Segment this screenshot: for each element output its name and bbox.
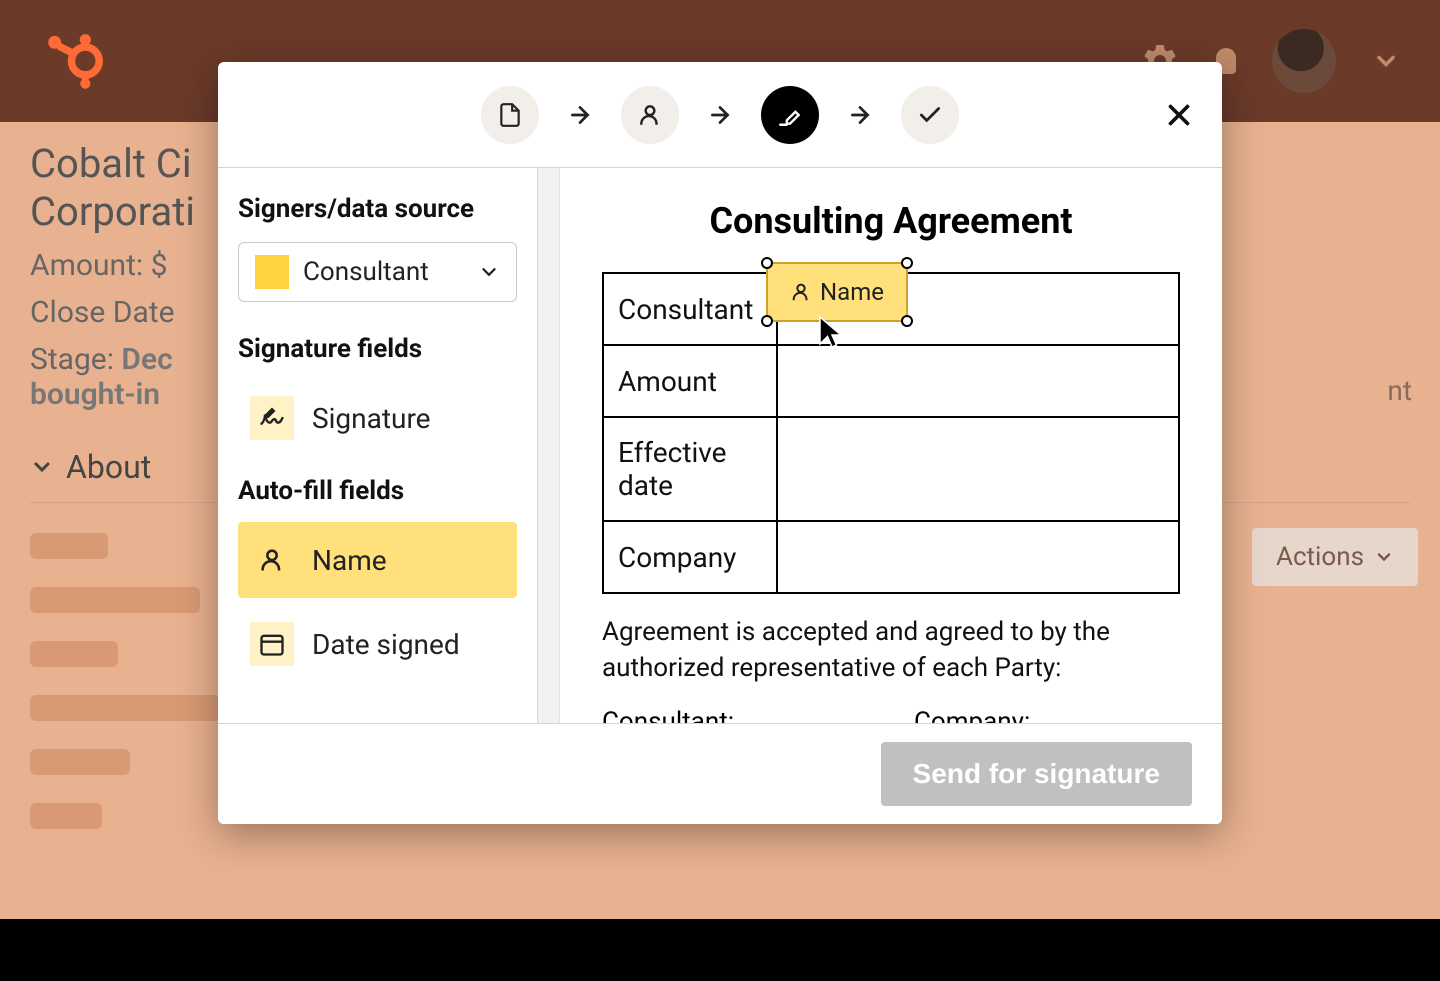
agreement-text: Agreement is accepted and agreed to by t… bbox=[602, 614, 1180, 687]
signature-line-company: Company: bbox=[914, 707, 1030, 723]
person-icon bbox=[250, 538, 294, 582]
field-name[interactable]: Name bbox=[238, 522, 517, 598]
step-document[interactable] bbox=[481, 86, 539, 144]
sidebar-scroll-track[interactable] bbox=[538, 168, 560, 723]
bottom-bar bbox=[0, 919, 1440, 981]
field-label: Date signed bbox=[312, 628, 460, 661]
modal-footer: Send for signature bbox=[218, 723, 1222, 824]
close-button[interactable] bbox=[1162, 98, 1196, 132]
dropped-field-label: Name bbox=[820, 278, 884, 306]
field-signature[interactable]: Signature bbox=[238, 380, 517, 456]
resize-handle[interactable] bbox=[761, 315, 773, 327]
table-row: Effective date bbox=[603, 417, 1179, 521]
signers-heading: Signers/data source bbox=[238, 194, 517, 224]
dropped-name-field[interactable]: Name bbox=[766, 262, 908, 322]
document-title: Consulting Agreement bbox=[602, 200, 1180, 242]
step-arrow-icon bbox=[847, 102, 873, 128]
field-date-signed[interactable]: Date signed bbox=[238, 606, 517, 682]
table-row: Company bbox=[603, 521, 1179, 593]
step-fields[interactable] bbox=[761, 86, 819, 144]
step-arrow-icon bbox=[707, 102, 733, 128]
step-review[interactable] bbox=[901, 86, 959, 144]
signer-select[interactable]: Consultant bbox=[238, 242, 517, 302]
signer-color-swatch bbox=[255, 255, 289, 289]
modal-backdrop: Signers/data source Consultant Signature… bbox=[0, 0, 1440, 981]
resize-handle[interactable] bbox=[901, 257, 913, 269]
table-row: Amount bbox=[603, 345, 1179, 417]
fields-sidebar: Signers/data source Consultant Signature… bbox=[218, 168, 538, 723]
chevron-down-icon bbox=[478, 261, 500, 283]
step-signer[interactable] bbox=[621, 86, 679, 144]
person-icon bbox=[790, 281, 812, 303]
resize-handle[interactable] bbox=[761, 257, 773, 269]
field-label: Signature bbox=[312, 402, 431, 435]
document-canvas[interactable]: Consulting Agreement Consultant Amount E… bbox=[560, 168, 1222, 723]
signer-select-label: Consultant bbox=[303, 257, 464, 287]
autofill-fields-heading: Auto-fill fields bbox=[238, 476, 517, 506]
signature-line-consultant: Consultant: bbox=[602, 707, 734, 723]
signature-icon bbox=[250, 396, 294, 440]
signature-modal: Signers/data source Consultant Signature… bbox=[218, 62, 1222, 824]
send-for-signature-button[interactable]: Send for signature bbox=[881, 742, 1192, 806]
field-label: Name bbox=[312, 544, 387, 577]
calendar-icon bbox=[250, 622, 294, 666]
step-arrow-icon bbox=[567, 102, 593, 128]
resize-handle[interactable] bbox=[901, 315, 913, 327]
modal-stepper-header bbox=[218, 62, 1222, 168]
signature-fields-heading: Signature fields bbox=[238, 334, 517, 364]
